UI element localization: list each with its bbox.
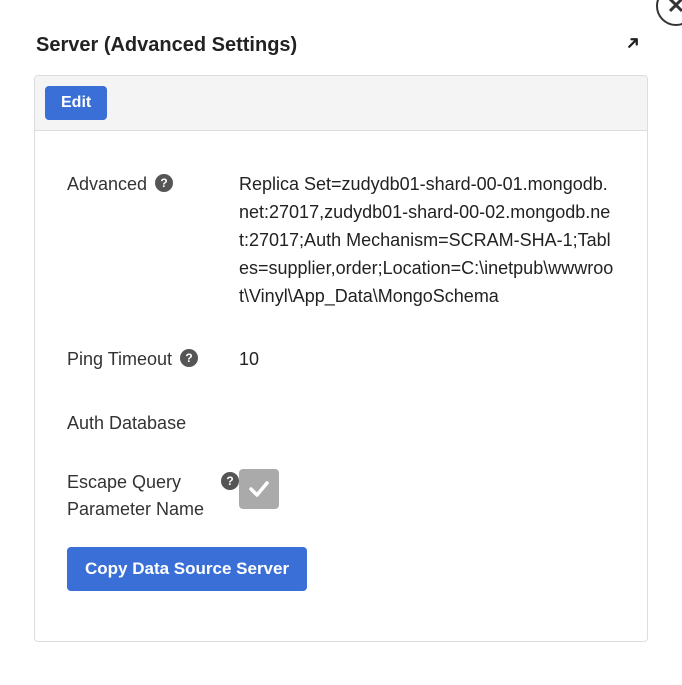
field-row-advanced: Advanced ? Replica Set=zudydb01-shard-00… bbox=[67, 171, 615, 310]
field-row-ping-timeout: Ping Timeout ? 10 bbox=[67, 346, 615, 374]
ping-timeout-label: Ping Timeout bbox=[67, 346, 172, 373]
advanced-label: Advanced bbox=[67, 171, 147, 198]
modal-header: Server (Advanced Settings) bbox=[0, 0, 682, 75]
ping-timeout-value: 10 bbox=[239, 346, 615, 374]
advanced-value: Replica Set=zudydb01-shard-00-01.mongodb… bbox=[239, 171, 615, 310]
help-icon[interactable]: ? bbox=[155, 174, 173, 192]
close-icon: ✕ bbox=[667, 0, 682, 19]
copy-data-source-server-button[interactable]: Copy Data Source Server bbox=[67, 547, 307, 591]
modal-title: Server (Advanced Settings) bbox=[36, 34, 297, 57]
field-row-escape-query: Escape Query Parameter Name ? bbox=[67, 469, 615, 523]
help-icon[interactable]: ? bbox=[221, 472, 239, 490]
check-icon bbox=[247, 477, 271, 501]
field-row-auth-database: Auth Database bbox=[67, 410, 615, 437]
auth-database-label: Auth Database bbox=[67, 410, 186, 437]
help-icon[interactable]: ? bbox=[180, 349, 198, 367]
edit-button[interactable]: Edit bbox=[45, 86, 107, 120]
settings-panel: Edit Advanced ? Replica Set=zudydb01-sha… bbox=[34, 75, 648, 642]
panel-toolbar: Edit bbox=[35, 76, 647, 131]
panel-body: Advanced ? Replica Set=zudydb01-shard-00… bbox=[35, 131, 647, 591]
escape-query-label: Escape Query Parameter Name bbox=[67, 469, 213, 523]
escape-query-checkbox[interactable] bbox=[239, 469, 279, 509]
expand-icon[interactable] bbox=[624, 34, 642, 57]
